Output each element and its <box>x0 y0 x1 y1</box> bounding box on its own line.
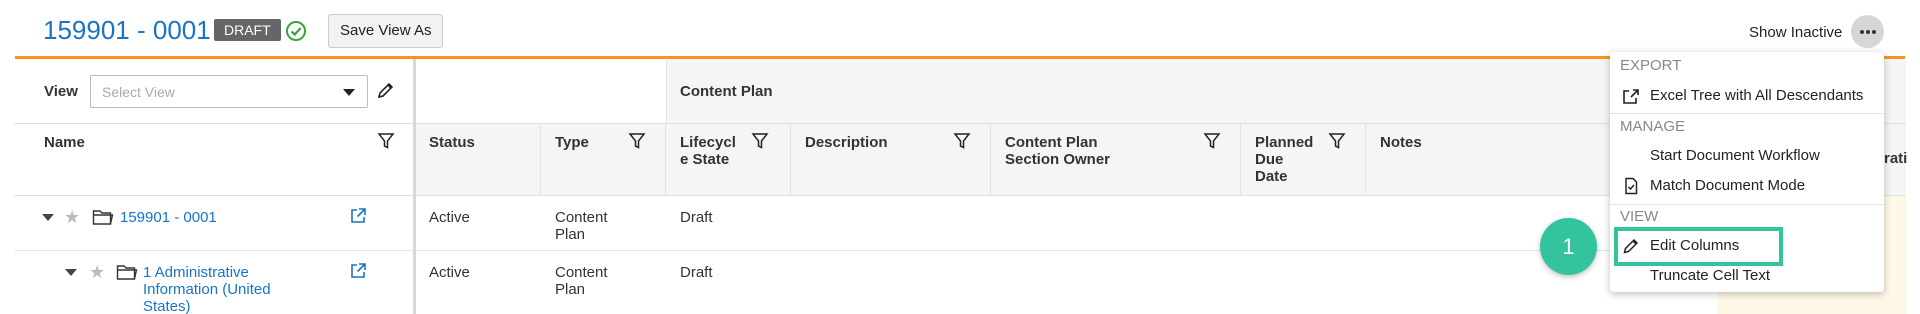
column-header-lifecycle-line2: e State <box>680 151 730 168</box>
filter-icon[interactable] <box>377 132 395 150</box>
menu-item-excel-tree[interactable]: Excel Tree with All Descendants <box>1610 82 1884 110</box>
filter-icon[interactable] <box>1203 132 1221 150</box>
star-icon[interactable]: ★ <box>89 263 105 281</box>
column-header-partial[interactable]: rati <box>1884 150 1907 167</box>
row-type: Content Plan <box>555 264 608 298</box>
save-view-as-button[interactable]: Save View As <box>328 14 444 48</box>
ellipsis-icon <box>1866 30 1870 34</box>
column-header-section-owner[interactable]: Content Plan Section Owner <box>1005 134 1110 168</box>
menu-divider <box>1610 204 1884 205</box>
column-header-type[interactable]: Type <box>555 134 589 151</box>
row-name-link[interactable]: 1 Administrative Information (United Sta… <box>143 264 271 314</box>
page-header: 159901 - 0001 DRAFT Save View As Show In… <box>0 0 1920 58</box>
row-name-line1: 1 Administrative <box>143 264 249 281</box>
document-check-icon <box>1625 177 1638 195</box>
export-icon <box>1623 89 1639 104</box>
menu-item-label: Match Document Mode <box>1650 177 1806 194</box>
row-lifecycle-state: Draft <box>680 209 713 226</box>
ellipsis-icon <box>1872 30 1876 34</box>
menu-item-label: Truncate Cell Text <box>1650 267 1771 284</box>
status-badge: DRAFT <box>214 19 281 41</box>
view-label: View <box>44 83 78 100</box>
group-header-label: Content Plan <box>680 83 773 100</box>
more-options-button[interactable] <box>1851 15 1884 48</box>
menu-item-match-document-mode[interactable]: Match Document Mode <box>1610 172 1884 200</box>
row-type-line1: Content <box>555 264 608 281</box>
folder-icon <box>92 210 114 225</box>
column-header-owner-line2: Section Owner <box>1005 151 1111 168</box>
row-name-link[interactable]: 159901 - 0001 <box>120 209 217 226</box>
page-title: 159901 - 0001 <box>43 15 211 45</box>
column-header-description[interactable]: Description <box>805 134 888 151</box>
column-header-lifecycle-state[interactable]: Lifecycl e State <box>680 134 736 168</box>
row-type-line2: Plan <box>555 226 586 243</box>
row-type: Content Plan <box>555 209 608 243</box>
menu-divider <box>1610 113 1884 114</box>
row-name-line2: Information (United <box>143 281 271 298</box>
filter-icon[interactable] <box>751 132 769 150</box>
chevron-down-icon[interactable] <box>65 269 77 276</box>
column-header-owner-line1: Content Plan <box>1005 134 1098 151</box>
ellipsis-icon <box>1860 30 1864 34</box>
chevron-down-icon[interactable] <box>42 214 54 221</box>
folder-icon <box>116 265 138 280</box>
menu-item-label: Excel Tree with All Descendants <box>1650 87 1864 104</box>
filter-icon[interactable] <box>1328 132 1346 150</box>
external-link-icon[interactable] <box>349 207 367 225</box>
row-type-line1: Content <box>555 209 608 226</box>
star-icon[interactable]: ★ <box>64 208 80 226</box>
view-select[interactable]: Select View <box>90 75 368 108</box>
menu-item-start-workflow[interactable]: Start Document Workflow <box>1610 142 1884 170</box>
filter-icon[interactable] <box>953 132 971 150</box>
view-select-placeholder: Select View <box>102 84 175 100</box>
filter-icon[interactable] <box>628 132 646 150</box>
column-header-notes[interactable]: Notes <box>1380 134 1422 151</box>
row-lifecycle-state: Draft <box>680 264 713 281</box>
external-link-icon[interactable] <box>349 262 367 280</box>
column-header-due-line2: Due <box>1255 151 1284 168</box>
row-type-line2: Plan <box>555 281 586 298</box>
column-header-status[interactable]: Status <box>429 134 475 151</box>
column-header-name[interactable]: Name <box>44 134 85 151</box>
row-name-line3: States) <box>143 298 191 314</box>
column-header-planned-due-date[interactable]: Planned Due Date <box>1255 134 1313 185</box>
column-header-lifecycle-line1: Lifecycl <box>680 134 736 151</box>
pencil-icon[interactable] <box>376 80 396 100</box>
menu-section-export: EXPORT <box>1620 57 1682 74</box>
column-header-due-line1: Planned <box>1255 134 1314 151</box>
callout-step-number: 1 <box>1540 218 1597 275</box>
check-circle-icon <box>286 21 306 41</box>
show-inactive-toggle[interactable]: Show Inactive <box>1749 24 1842 41</box>
menu-item-label: Start Document Workflow <box>1650 147 1820 164</box>
menu-section-manage: MANAGE <box>1620 118 1686 135</box>
callout-highlight <box>1614 227 1783 266</box>
menu-section-view: VIEW <box>1620 208 1659 225</box>
chevron-down-icon <box>343 89 355 96</box>
menu-item-truncate-cell-text[interactable]: Truncate Cell Text <box>1610 262 1884 290</box>
column-header-due-line3: Date <box>1255 168 1288 185</box>
row-status: Active <box>429 209 470 226</box>
row-status: Active <box>429 264 470 281</box>
pane-divider[interactable] <box>413 59 416 314</box>
